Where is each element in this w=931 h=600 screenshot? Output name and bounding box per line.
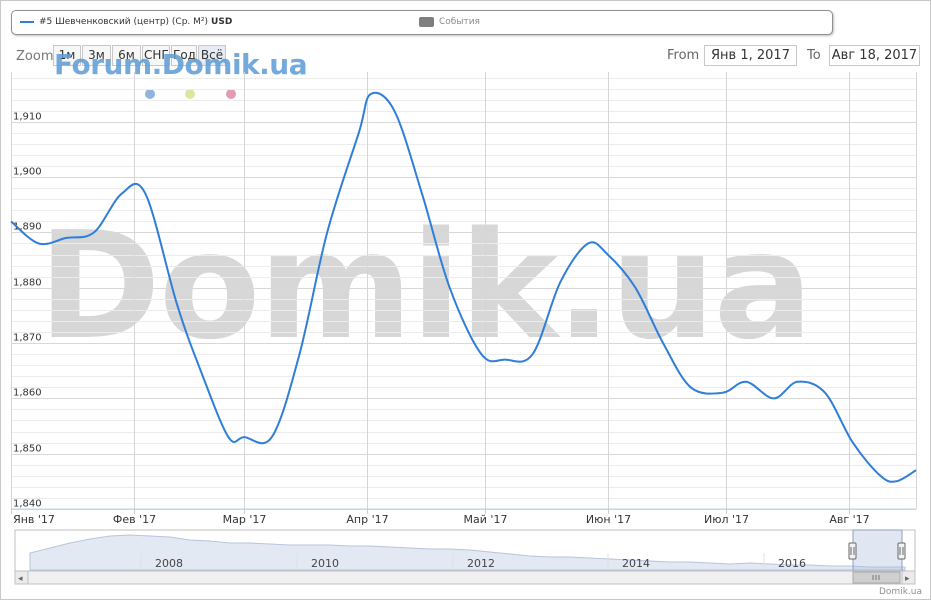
y-tick-label: 1,910 [13, 112, 42, 123]
y-tick-label: 1,840 [13, 499, 42, 510]
x-tick-label: Мар '17 [223, 513, 267, 526]
credits-link[interactable]: Domik.ua [879, 587, 922, 597]
major-gridlines [11, 122, 916, 510]
y-tick-label: 1,870 [13, 333, 42, 344]
y-tick-label: 1,850 [13, 444, 42, 455]
minor-gridlines [11, 78, 916, 510]
x-tick-label: Май '17 [464, 513, 508, 526]
x-gridlines [11, 72, 917, 514]
navigator-right-handle[interactable] [897, 542, 906, 560]
x-tick-label: Июл '17 [704, 513, 749, 526]
y-tick-label: 1,880 [13, 278, 42, 289]
navigator[interactable]: 2008 2010 2012 2014 2016 ◂ ▸ [14, 529, 916, 585]
navigator-year-label: 2008 [155, 557, 183, 570]
navigator-year-label: 2012 [467, 557, 495, 570]
x-tick-label: Авг '17 [829, 513, 869, 526]
x-tick-label: Апр '17 [346, 513, 388, 526]
navigator-year-label: 2010 [311, 557, 339, 570]
x-tick-label: Июн '17 [586, 513, 631, 526]
y-tick-label: 1,900 [13, 167, 42, 178]
navigator-year-label: 2014 [622, 557, 650, 570]
x-tick-label: Янв '17 [13, 513, 55, 526]
navigator-left-handle[interactable] [848, 542, 857, 560]
navigator-year-label: 2016 [778, 557, 806, 570]
y-tick-label: 1,860 [13, 388, 42, 399]
navigator-window[interactable] [852, 529, 903, 572]
x-axis-labels: Янв '17 Фев '17 Мар '17 Апр '17 Май '17 Июн '… [13, 513, 870, 526]
navigator-scrollbar[interactable] [14, 570, 916, 585]
chevron-left-icon: ◂ [18, 574, 23, 584]
chart-svg: 1,8401,8501,8601,8701,8801,8901,9001,910… [10, 72, 917, 585]
series-line[interactable] [10, 91, 917, 483]
x-tick-label: Фев '17 [113, 513, 156, 526]
chevron-right-icon: ▸ [905, 574, 910, 584]
